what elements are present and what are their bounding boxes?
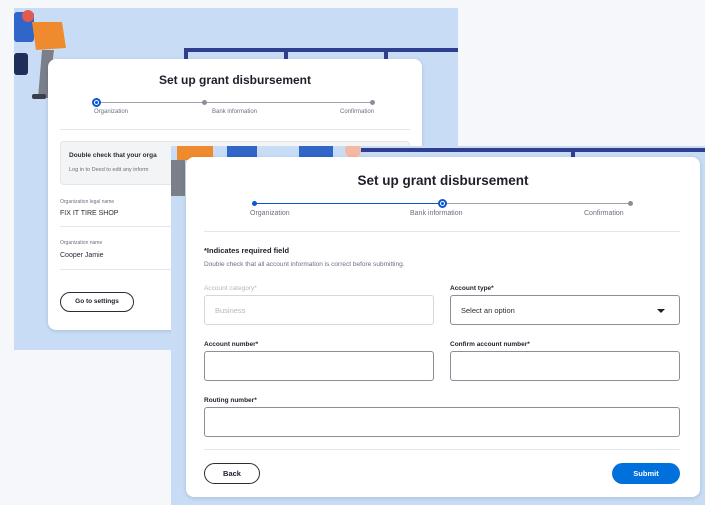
step-label-organization: Organization <box>250 210 290 217</box>
step-label-confirmation: Confirmation <box>340 109 375 115</box>
step-dot-confirmation <box>370 100 375 105</box>
account-number-input[interactable] <box>204 351 434 381</box>
account-type-label: Account type* <box>450 285 494 292</box>
illustration-rail <box>184 48 458 52</box>
account-category-label: Account category* <box>204 285 257 292</box>
org-legal-name-value: FIX IT TIRE SHOP <box>60 210 119 217</box>
routing-number-label: Routing number* <box>204 397 257 404</box>
page-title: Set up grant disbursement <box>357 173 529 188</box>
step-label-bank-information: Bank information <box>410 210 463 217</box>
routing-number-input[interactable] <box>204 407 680 437</box>
progress-track <box>98 102 374 103</box>
step-dot-bank-information <box>202 100 207 105</box>
step-dot-organization <box>92 98 101 107</box>
notice-body: Log in to Deed to edit any inform <box>69 167 149 173</box>
confirm-account-number-input[interactable] <box>450 351 680 381</box>
divider <box>204 231 680 232</box>
progress-track <box>442 203 630 204</box>
step-dot-bank-information <box>438 199 447 208</box>
org-name-label: Organization name <box>60 240 103 246</box>
form-hint: Double check that all account informatio… <box>204 261 405 268</box>
illustration-rail <box>361 148 705 152</box>
divider <box>204 449 680 450</box>
back-button[interactable]: Back <box>204 463 260 484</box>
divider <box>60 129 410 130</box>
page-title: Set up grant disbursement <box>158 73 312 87</box>
account-category-value: Business <box>215 306 246 315</box>
step-label-confirmation: Confirmation <box>584 210 624 217</box>
step-label-bank-information: Bank information <box>212 109 258 115</box>
notice-title: Double check that your orga <box>69 152 157 159</box>
account-type-value: Select an option <box>461 306 515 315</box>
caret-down-icon <box>657 309 665 313</box>
bank-information-card: Set up grant disbursement Organization B… <box>186 157 700 497</box>
confirm-account-number-label: Confirm account number* <box>450 341 530 348</box>
account-number-label: Account number* <box>204 341 259 348</box>
account-category-input: Business <box>204 295 434 325</box>
account-type-select[interactable]: Select an option <box>450 295 680 325</box>
submit-button[interactable]: Submit <box>612 463 680 484</box>
step-dot-confirmation <box>628 201 633 206</box>
stage: Set up grant disbursement Organization B… <box>0 0 705 505</box>
org-name-value: Cooper Jamie <box>60 252 104 259</box>
progress-complete <box>254 203 442 204</box>
step-dot-organization <box>252 201 257 206</box>
org-legal-name-label: Organization legal name <box>60 199 115 205</box>
go-to-settings-button[interactable]: Go to settings <box>60 292 134 312</box>
step-label-organization: Organization <box>94 109 129 115</box>
required-field-note: *Indicates required field <box>204 246 290 255</box>
